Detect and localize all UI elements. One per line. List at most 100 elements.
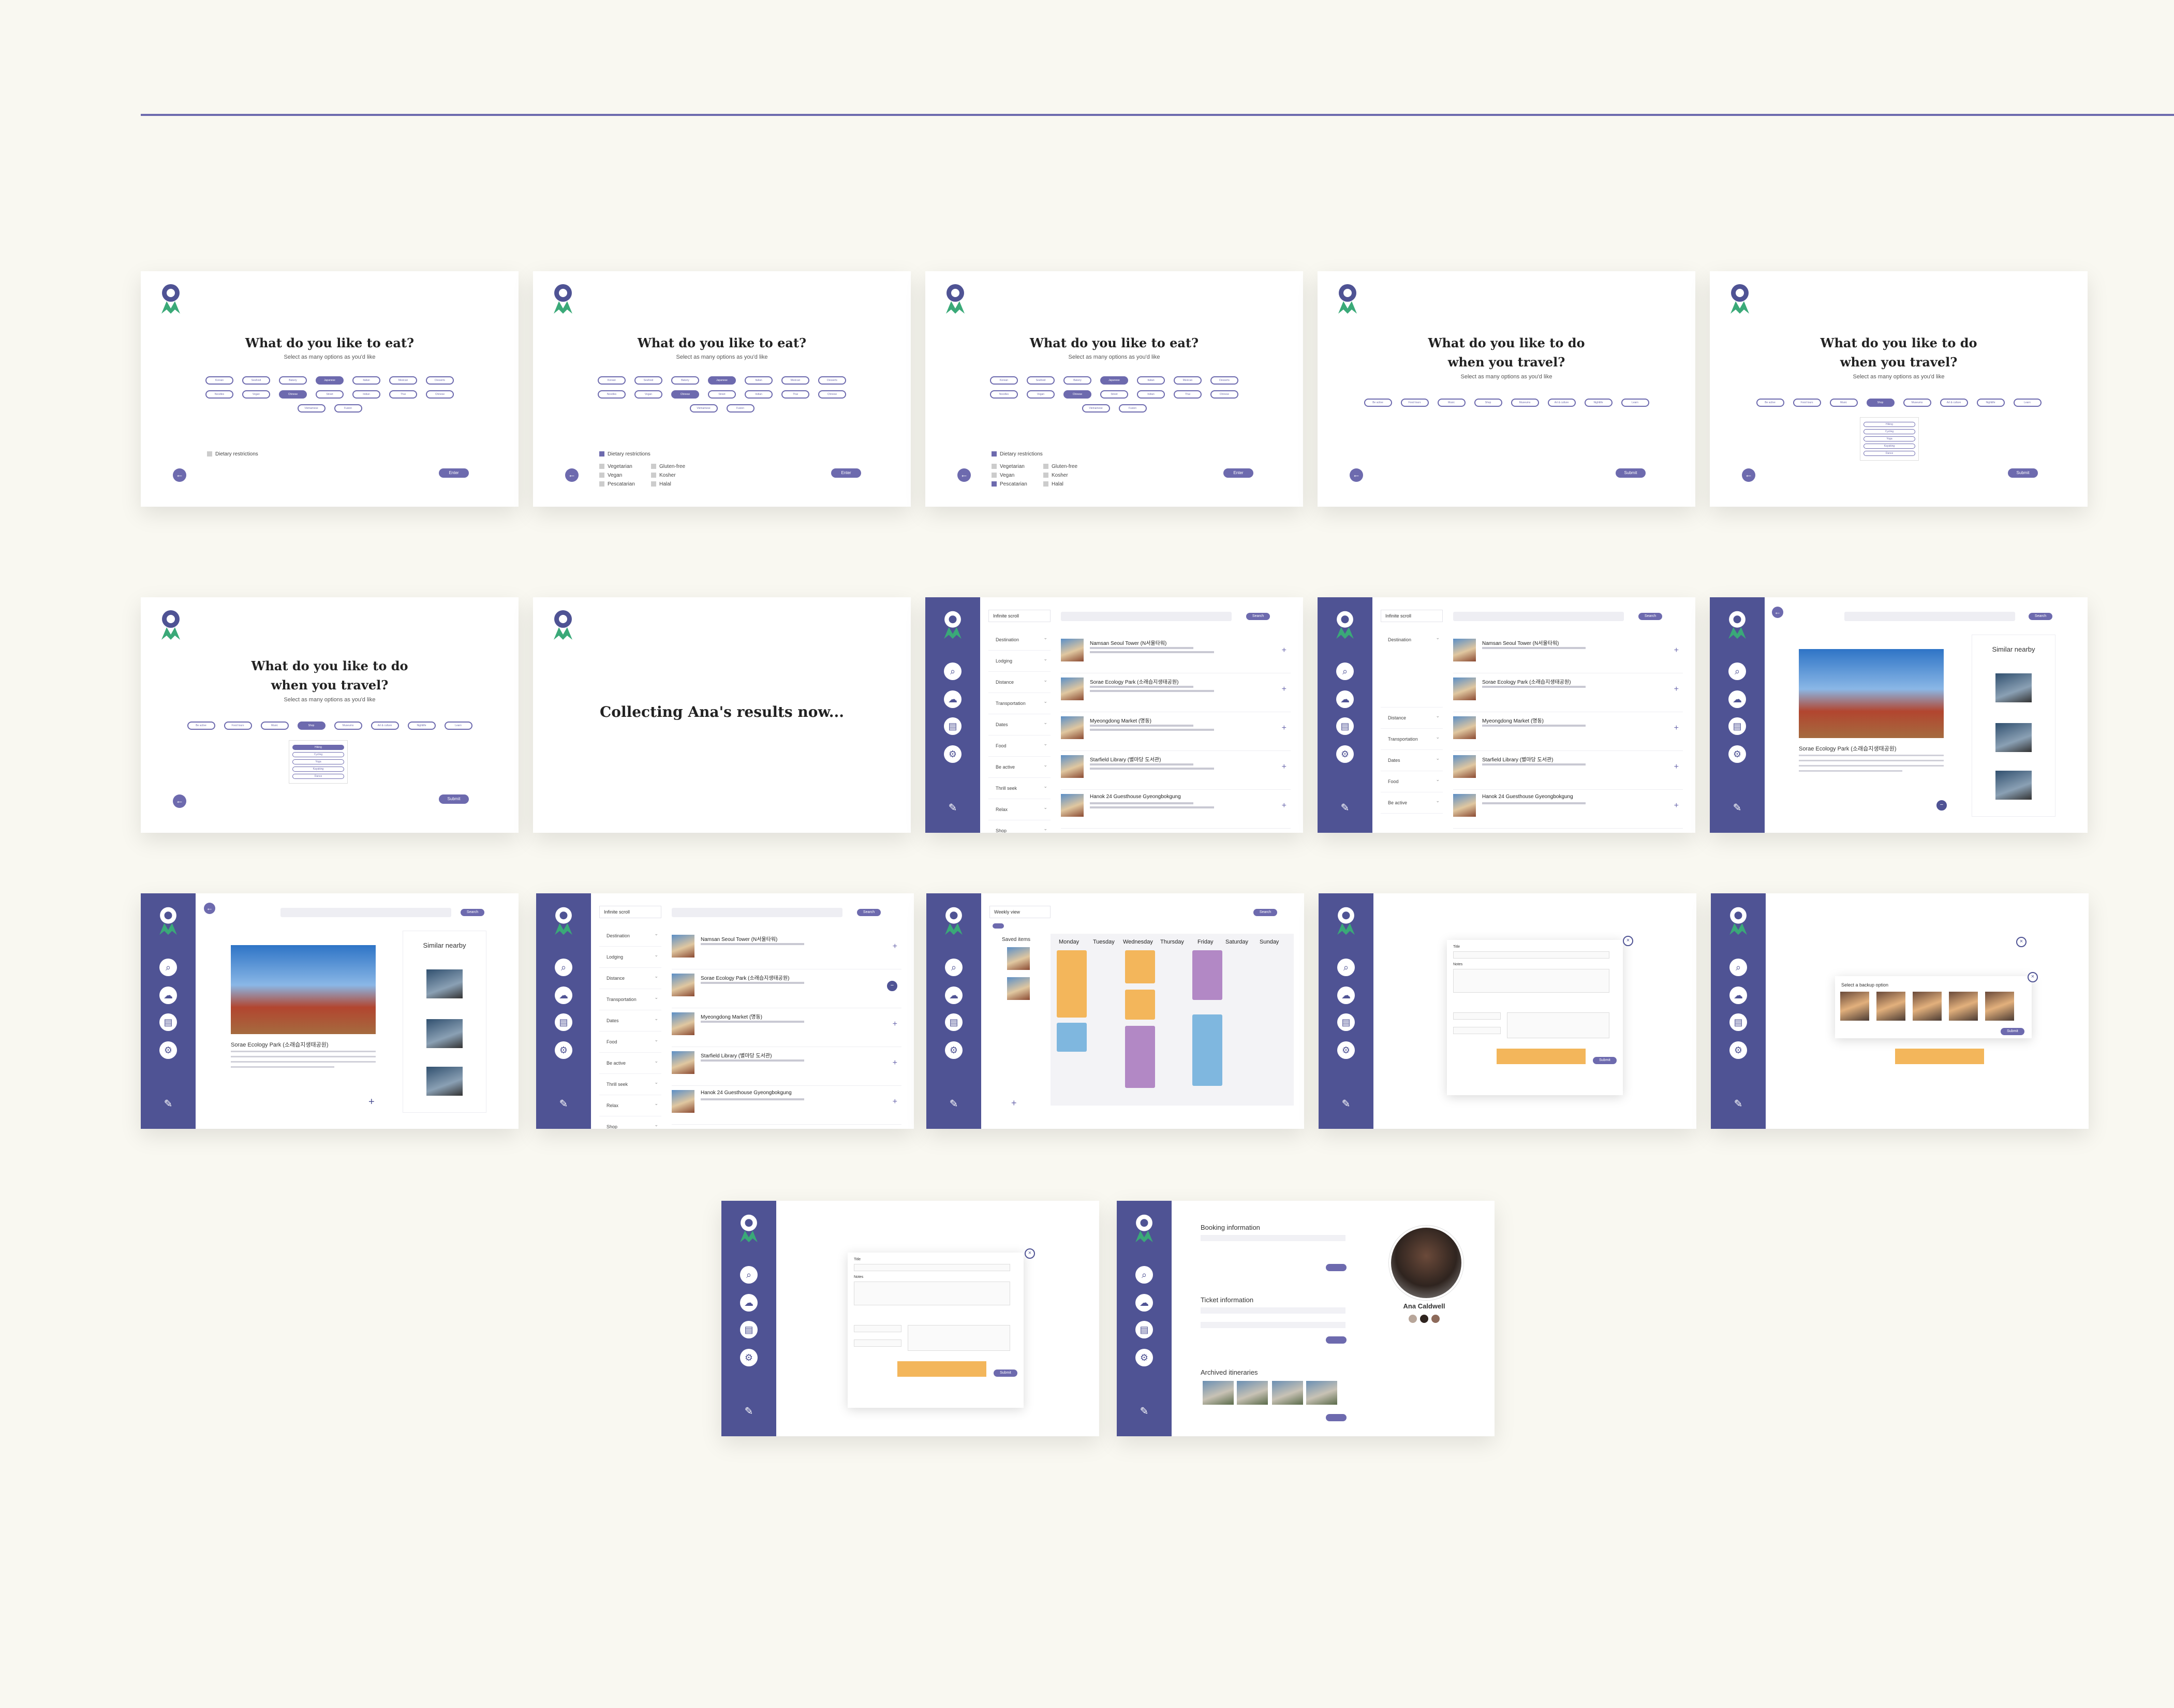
backup-photo[interactable] (1876, 992, 1905, 1021)
gear-icon[interactable]: ⚙ (1336, 745, 1354, 763)
submit-button[interactable]: Submit (994, 1370, 1017, 1377)
chip[interactable]: Italian (352, 376, 380, 385)
add-icon[interactable]: + (893, 1020, 897, 1029)
chip[interactable]: Italian (745, 376, 773, 385)
chip[interactable]: Noodles (990, 390, 1018, 399)
pen-icon[interactable]: ✎ (740, 1403, 758, 1420)
edit-button[interactable] (1326, 1336, 1347, 1344)
search-input[interactable] (1061, 612, 1232, 621)
friend-avatar[interactable] (1420, 1315, 1428, 1323)
itinerary-card[interactable] (1125, 1026, 1155, 1088)
cloud-icon[interactable]: ☁ (1337, 986, 1355, 1004)
filter-item[interactable]: Shop (988, 818, 1051, 833)
ticket-field[interactable] (1201, 1307, 1345, 1314)
add-icon[interactable]: + (1674, 801, 1679, 811)
submit-button[interactable]: Submit (439, 794, 469, 804)
chip[interactable]: Street (316, 390, 344, 399)
similar-photo[interactable] (426, 1019, 463, 1048)
itinerary-card[interactable] (1125, 990, 1155, 1020)
time-field[interactable] (854, 1325, 901, 1332)
chip[interactable]: Bakery (279, 376, 307, 385)
back-arrow-icon[interactable]: ← (204, 903, 215, 914)
pen-icon[interactable]: ✎ (159, 1095, 177, 1113)
back-arrow-icon[interactable]: ← (957, 468, 971, 482)
add-icon[interactable]: + (893, 942, 897, 951)
submit-button[interactable]: Submit (1593, 1057, 1617, 1064)
backup-photo[interactable] (1840, 992, 1869, 1021)
notes-field[interactable] (1453, 969, 1609, 993)
cloud-icon[interactable]: ☁ (1135, 1294, 1153, 1312)
filter-item[interactable]: Relax (988, 797, 1051, 820)
view-select[interactable]: Infinite scroll (599, 906, 661, 918)
chip[interactable]: Bakery (1063, 376, 1091, 385)
toggle-switch[interactable] (993, 923, 1004, 929)
diet-option[interactable]: Gluten-free (651, 464, 703, 469)
similar-photo[interactable] (1995, 771, 2032, 800)
chip[interactable]: Thai (781, 390, 809, 399)
chip[interactable]: Learn (2013, 399, 2042, 407)
chip[interactable]: Music (1437, 399, 1466, 407)
diet-option[interactable]: Pescatarian (992, 481, 1043, 487)
chip[interactable]: Desserts (426, 376, 454, 385)
list-item[interactable]: Starfield Library (별마당 도서관) + (1453, 751, 1683, 790)
gear-icon[interactable]: ⚙ (945, 1041, 963, 1059)
chip[interactable]: Thai (389, 390, 417, 399)
filter-item[interactable]: Destination (988, 627, 1051, 651)
chip[interactable]: Be active (1756, 399, 1784, 407)
list-item[interactable]: Starfield Library (별마당 도서관) + (1061, 751, 1291, 790)
archive-photo[interactable] (1203, 1381, 1234, 1405)
search-input[interactable] (1453, 612, 1624, 621)
chip[interactable]: Food tours (224, 722, 252, 730)
diet-option[interactable]: Kosher (651, 473, 703, 478)
filter-item[interactable]: Lodging (599, 945, 661, 968)
add-icon[interactable]: + (368, 1096, 375, 1108)
gear-icon[interactable]: ⚙ (159, 1041, 177, 1059)
list-item[interactable]: Myeongdong Market (명동) + (1453, 712, 1683, 751)
pen-icon[interactable]: ✎ (1729, 1095, 1747, 1113)
chip[interactable]: Indian (745, 390, 773, 399)
chip[interactable]: Chinese (1210, 390, 1238, 399)
submit-button[interactable]: Submit (1616, 468, 1646, 478)
chip[interactable]: Museums (1511, 399, 1539, 407)
dropdown-option[interactable]: Yoga (292, 759, 344, 764)
back-arrow-icon[interactable]: ← (1742, 468, 1755, 482)
close-icon[interactable]: × (2028, 972, 2038, 982)
chip[interactable]: Indian (1137, 390, 1165, 399)
add-icon[interactable]: + (1011, 1098, 1017, 1109)
list-item[interactable]: Namsan Seoul Tower (N서울타워) + (1453, 635, 1683, 673)
chip[interactable]: Learn (444, 722, 472, 730)
chip[interactable]: Fusion (334, 404, 362, 413)
backup-field[interactable] (908, 1325, 1010, 1351)
remove-icon[interactable]: − (1936, 800, 1947, 811)
filter-item[interactable]: Be active (599, 1051, 661, 1074)
chip-selected[interactable]: Japanese (316, 376, 344, 385)
cloud-icon[interactable]: ☁ (944, 690, 962, 708)
chip[interactable]: Chinese (426, 390, 454, 399)
search-button[interactable]: Search (1246, 613, 1270, 620)
dropdown-option[interactable]: Kayaking (292, 767, 344, 772)
archive-photo[interactable] (1237, 1381, 1268, 1405)
cloud-icon[interactable]: ☁ (1729, 986, 1747, 1004)
list-item[interactable]: Starfield Library (별마당 도서관) + (672, 1047, 901, 1086)
add-icon[interactable]: + (1674, 762, 1679, 772)
dropdown-option[interactable]: Dance (1864, 451, 1915, 456)
filter-item[interactable]: Shop (599, 1114, 661, 1129)
enter-button[interactable]: Enter (1223, 468, 1253, 478)
search-icon[interactable]: ⌕ (740, 1266, 758, 1284)
close-icon[interactable]: × (2016, 937, 2027, 947)
title-field[interactable] (854, 1264, 1010, 1271)
add-icon[interactable]: + (893, 1058, 897, 1068)
cloud-icon[interactable]: ☁ (555, 986, 572, 1004)
dietary-restrictions-toggle[interactable]: Dietary restrictions (599, 451, 650, 457)
filter-item[interactable]: Food (988, 733, 1051, 757)
dropdown-option[interactable]: Cycling (292, 752, 344, 757)
chip[interactable]: Vietnamese (297, 404, 326, 413)
gear-icon[interactable]: ⚙ (1135, 1349, 1153, 1366)
gear-icon[interactable]: ⚙ (944, 745, 962, 763)
back-arrow-icon[interactable]: ← (565, 468, 579, 482)
search-icon[interactable]: ⌕ (1729, 959, 1747, 976)
chip[interactable]: Noodles (598, 390, 626, 399)
diet-option[interactable]: Kosher (1043, 473, 1095, 478)
filter-item[interactable]: Destination (1381, 627, 1443, 708)
list-item[interactable]: Hanok 24 Guesthouse Gyeongbokgung + (672, 1086, 901, 1125)
